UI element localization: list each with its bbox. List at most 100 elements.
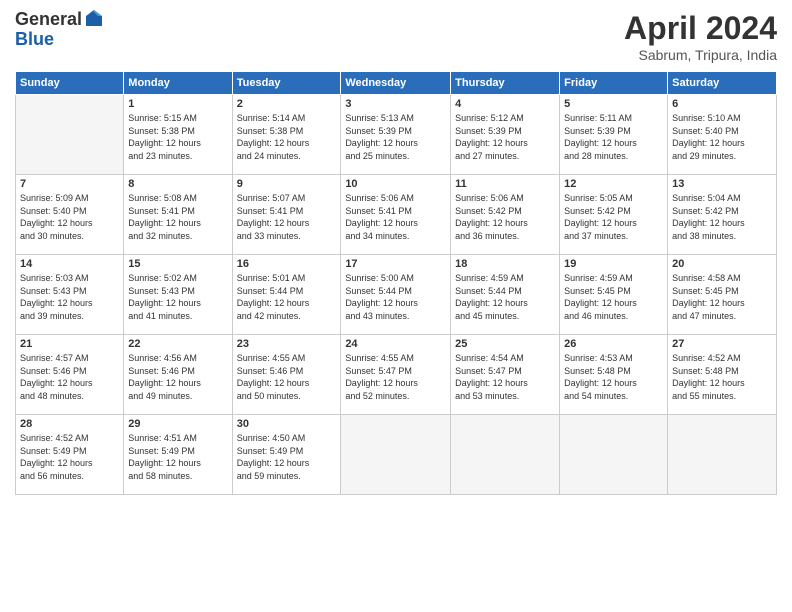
day-info: Sunrise: 5:04 AM Sunset: 5:42 PM Dayligh… xyxy=(672,192,772,242)
calendar-cell: 24 Sunrise: 4:55 AM Sunset: 5:47 PM Dayli… xyxy=(341,335,451,415)
calendar-cell: 2Sunrise: 5:14 AM Sunset: 5:38 PM Daylig… xyxy=(232,95,341,175)
day-number: 30 xyxy=(237,418,337,430)
calendar-cell xyxy=(16,95,124,175)
col-wednesday: Wednesday xyxy=(341,72,451,95)
calendar-cell: 16 Sunrise: 5:01 AM Sunset: 5:44 PM Dayli… xyxy=(232,255,341,335)
calendar-cell: 7Sunrise: 5:09 AM Sunset: 5:40 PM Daylig… xyxy=(16,175,124,255)
day-number: 14 xyxy=(20,258,119,270)
calendar-cell: 23Sunrise: 4:55 AM Sunset: 5:46 PM Dayli… xyxy=(232,335,341,415)
day-info: Sunrise: 4:56 AM Sunset: 5:46 PM Dayligh… xyxy=(128,352,227,402)
calendar-cell: 14 Sunrise: 5:03 AM Sunset: 5:43 PM Dayli… xyxy=(16,255,124,335)
calendar-body: 1 Sunrise: 5:15 AM Sunset: 5:38 PM Daylig… xyxy=(16,95,777,495)
day-number: 1 xyxy=(128,98,227,110)
logo-blue-text: Blue xyxy=(15,30,82,50)
header-row: Sunday Monday Tuesday Wednesday Thursday… xyxy=(16,72,777,95)
day-number: 15 xyxy=(128,258,227,270)
calendar-cell: 17 Sunrise: 5:00 AM Sunset: 5:44 PM Dayli… xyxy=(341,255,451,335)
day-number: 6 xyxy=(672,98,772,110)
calendar-cell: 12Sunrise: 5:05 AM Sunset: 5:42 PM Dayli… xyxy=(560,175,668,255)
calendar-cell: 10Sunrise: 5:06 AM Sunset: 5:41 PM Dayli… xyxy=(341,175,451,255)
day-number: 19 xyxy=(564,258,663,270)
calendar-cell xyxy=(560,415,668,495)
day-info: Sunrise: 4:55 AM Sunset: 5:46 PM Dayligh… xyxy=(237,352,337,402)
day-info: Sunrise: 4:59 AM Sunset: 5:45 PM Dayligh… xyxy=(564,272,663,322)
day-number: 9 xyxy=(237,178,337,190)
day-info: Sunrise: 4:52 AM Sunset: 5:48 PM Dayligh… xyxy=(672,352,772,402)
page-container: General Blue April 2024 Sabrum, Tripura,… xyxy=(0,0,792,505)
col-sunday: Sunday xyxy=(16,72,124,95)
title-area: April 2024 Sabrum, Tripura, India xyxy=(624,10,777,63)
day-info: Sunrise: 4:54 AM Sunset: 5:47 PM Dayligh… xyxy=(455,352,555,402)
week-row-1: 1 Sunrise: 5:15 AM Sunset: 5:38 PM Daylig… xyxy=(16,95,777,175)
day-info: Sunrise: 5:15 AM Sunset: 5:38 PM Dayligh… xyxy=(128,112,227,162)
day-number: 2 xyxy=(237,98,337,110)
day-info: Sunrise: 5:06 AM Sunset: 5:42 PM Dayligh… xyxy=(455,192,555,242)
calendar-cell: 4 Sunrise: 5:12 AM Sunset: 5:39 PM Daylig… xyxy=(451,95,560,175)
day-number: 8 xyxy=(128,178,227,190)
day-number: 5 xyxy=(564,98,663,110)
header: General Blue April 2024 Sabrum, Tripura,… xyxy=(15,10,777,63)
day-number: 21 xyxy=(20,338,119,350)
calendar-cell: 28Sunrise: 4:52 AM Sunset: 5:49 PM Dayli… xyxy=(16,415,124,495)
logo-general-text: General xyxy=(15,10,82,30)
calendar-cell: 1 Sunrise: 5:15 AM Sunset: 5:38 PM Daylig… xyxy=(124,95,232,175)
week-row-3: 14 Sunrise: 5:03 AM Sunset: 5:43 PM Dayli… xyxy=(16,255,777,335)
logo: General Blue xyxy=(15,10,82,50)
day-info: Sunrise: 4:58 AM Sunset: 5:45 PM Dayligh… xyxy=(672,272,772,322)
col-saturday: Saturday xyxy=(668,72,777,95)
calendar-cell: 3Sunrise: 5:13 AM Sunset: 5:39 PM Daylig… xyxy=(341,95,451,175)
day-number: 16 xyxy=(237,258,337,270)
day-info: Sunrise: 4:51 AM Sunset: 5:49 PM Dayligh… xyxy=(128,432,227,482)
week-row-2: 7Sunrise: 5:09 AM Sunset: 5:40 PM Daylig… xyxy=(16,175,777,255)
calendar-cell: 30 Sunrise: 4:50 AM Sunset: 5:49 PM Dayli… xyxy=(232,415,341,495)
day-info: Sunrise: 5:10 AM Sunset: 5:40 PM Dayligh… xyxy=(672,112,772,162)
week-row-4: 21 Sunrise: 4:57 AM Sunset: 5:46 PM Dayli… xyxy=(16,335,777,415)
day-info: Sunrise: 4:55 AM Sunset: 5:47 PM Dayligh… xyxy=(345,352,446,402)
day-number: 13 xyxy=(672,178,772,190)
day-number: 24 xyxy=(345,338,446,350)
calendar-cell: 6 Sunrise: 5:10 AM Sunset: 5:40 PM Daylig… xyxy=(668,95,777,175)
calendar-cell: 26 Sunrise: 4:53 AM Sunset: 5:48 PM Dayli… xyxy=(560,335,668,415)
day-info: Sunrise: 5:00 AM Sunset: 5:44 PM Dayligh… xyxy=(345,272,446,322)
day-info: Sunrise: 4:59 AM Sunset: 5:44 PM Dayligh… xyxy=(455,272,555,322)
day-number: 29 xyxy=(128,418,227,430)
day-info: Sunrise: 4:57 AM Sunset: 5:46 PM Dayligh… xyxy=(20,352,119,402)
calendar-cell: 8 Sunrise: 5:08 AM Sunset: 5:41 PM Daylig… xyxy=(124,175,232,255)
logo-icon xyxy=(84,8,104,28)
day-info: Sunrise: 4:52 AM Sunset: 5:49 PM Dayligh… xyxy=(20,432,119,482)
day-info: Sunrise: 5:08 AM Sunset: 5:41 PM Dayligh… xyxy=(128,192,227,242)
calendar-cell: 21 Sunrise: 4:57 AM Sunset: 5:46 PM Dayli… xyxy=(16,335,124,415)
day-info: Sunrise: 5:07 AM Sunset: 5:41 PM Dayligh… xyxy=(237,192,337,242)
day-number: 25 xyxy=(455,338,555,350)
calendar-cell: 13 Sunrise: 5:04 AM Sunset: 5:42 PM Dayli… xyxy=(668,175,777,255)
day-number: 18 xyxy=(455,258,555,270)
col-monday: Monday xyxy=(124,72,232,95)
week-row-5: 28Sunrise: 4:52 AM Sunset: 5:49 PM Dayli… xyxy=(16,415,777,495)
day-number: 4 xyxy=(455,98,555,110)
day-info: Sunrise: 5:01 AM Sunset: 5:44 PM Dayligh… xyxy=(237,272,337,322)
day-number: 11 xyxy=(455,178,555,190)
calendar-cell: 5Sunrise: 5:11 AM Sunset: 5:39 PM Daylig… xyxy=(560,95,668,175)
calendar-cell xyxy=(341,415,451,495)
day-info: Sunrise: 5:12 AM Sunset: 5:39 PM Dayligh… xyxy=(455,112,555,162)
day-number: 22 xyxy=(128,338,227,350)
calendar-cell: 29 Sunrise: 4:51 AM Sunset: 5:49 PM Dayli… xyxy=(124,415,232,495)
day-info: Sunrise: 5:02 AM Sunset: 5:43 PM Dayligh… xyxy=(128,272,227,322)
subtitle: Sabrum, Tripura, India xyxy=(624,47,777,63)
calendar-cell: 22 Sunrise: 4:56 AM Sunset: 5:46 PM Dayli… xyxy=(124,335,232,415)
day-info: Sunrise: 4:50 AM Sunset: 5:49 PM Dayligh… xyxy=(237,432,337,482)
day-number: 7 xyxy=(20,178,119,190)
col-friday: Friday xyxy=(560,72,668,95)
day-number: 17 xyxy=(345,258,446,270)
day-info: Sunrise: 5:05 AM Sunset: 5:42 PM Dayligh… xyxy=(564,192,663,242)
calendar-cell: 18 Sunrise: 4:59 AM Sunset: 5:44 PM Dayli… xyxy=(451,255,560,335)
calendar-header: Sunday Monday Tuesday Wednesday Thursday… xyxy=(16,72,777,95)
calendar-cell: 11 Sunrise: 5:06 AM Sunset: 5:42 PM Dayli… xyxy=(451,175,560,255)
day-info: Sunrise: 4:53 AM Sunset: 5:48 PM Dayligh… xyxy=(564,352,663,402)
day-number: 26 xyxy=(564,338,663,350)
calendar-cell: 25 Sunrise: 4:54 AM Sunset: 5:47 PM Dayli… xyxy=(451,335,560,415)
calendar-cell: 19 Sunrise: 4:59 AM Sunset: 5:45 PM Dayli… xyxy=(560,255,668,335)
day-number: 10 xyxy=(345,178,446,190)
day-number: 3 xyxy=(345,98,446,110)
day-info: Sunrise: 5:03 AM Sunset: 5:43 PM Dayligh… xyxy=(20,272,119,322)
